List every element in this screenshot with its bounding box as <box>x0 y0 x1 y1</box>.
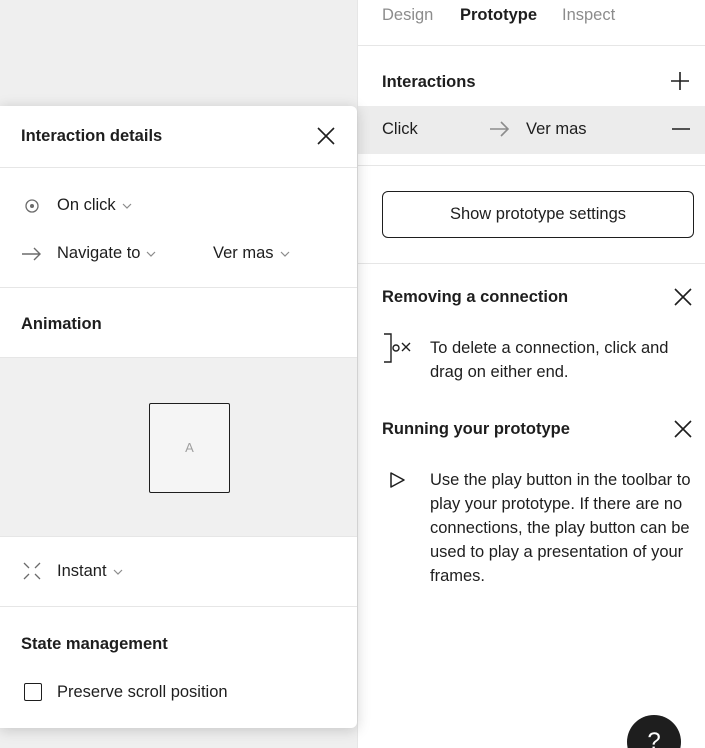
tip-body: To delete a connection, click and drag o… <box>430 339 669 381</box>
trigger-dropdown[interactable]: On click <box>57 196 132 215</box>
show-prototype-settings-button[interactable]: Show prototype settings <box>382 191 694 238</box>
tip-running-prototype: Running your prototype Use the play butt… <box>382 418 702 585</box>
state-management-section: State management Preserve scroll positio… <box>0 607 357 707</box>
chevron-down-icon <box>280 251 289 257</box>
arrow-right-icon <box>490 121 510 137</box>
minus-icon[interactable] <box>670 118 692 140</box>
state-management-title: State management <box>21 635 168 653</box>
trigger-value: On click <box>57 196 116 214</box>
chevron-down-icon <box>147 251 156 257</box>
transition-row: Instant <box>0 537 357 607</box>
popover-title: Interaction details <box>21 127 163 145</box>
action-dropdown[interactable]: Navigate to <box>57 244 156 263</box>
interaction-details-popover: Interaction details On click Navigate to… <box>0 106 357 728</box>
prototype-settings-section: Show prototype settings <box>358 166 705 264</box>
chevron-down-icon <box>113 569 122 575</box>
play-icon <box>390 472 405 488</box>
target-icon <box>25 199 39 213</box>
tip-title: Running your prototype <box>382 420 570 438</box>
properties-panel: Design Prototype Inspect Interactions Cl… <box>357 0 705 748</box>
arrow-right-icon <box>22 247 41 261</box>
interaction-trigger: Click <box>382 120 418 138</box>
interactions-section: Interactions Click Ver mas <box>358 46 705 166</box>
animation-title: Animation <box>21 315 102 333</box>
interaction-actions: On click Navigate to Ver mas <box>0 168 357 288</box>
destination-value: Ver mas <box>213 244 274 262</box>
destination-dropdown[interactable]: Ver mas <box>213 244 290 263</box>
tab-inspect[interactable]: Inspect <box>562 6 615 25</box>
animation-section-header: Animation <box>0 288 357 358</box>
interaction-destination: Ver mas <box>526 120 587 138</box>
close-icon[interactable] <box>672 286 694 308</box>
popover-header: Interaction details <box>0 106 357 168</box>
close-icon[interactable] <box>315 125 337 147</box>
preview-frame: A <box>149 403 230 493</box>
interactions-title: Interactions <box>382 73 476 91</box>
tip-removing-connection: Removing a connection To delete a connec… <box>382 286 702 381</box>
action-value: Navigate to <box>57 244 141 262</box>
tip-title: Removing a connection <box>382 288 569 306</box>
preserve-scroll-label[interactable]: Preserve scroll position <box>57 683 228 702</box>
instant-transition-icon <box>23 562 41 580</box>
plus-icon[interactable] <box>669 70 691 92</box>
close-icon[interactable] <box>672 418 694 440</box>
animation-preview: A <box>0 358 357 537</box>
interaction-row[interactable]: Click Ver mas <box>358 106 705 154</box>
panel-tabs: Design Prototype Inspect <box>358 0 705 46</box>
transition-dropdown[interactable]: Instant <box>57 562 123 581</box>
tab-design[interactable]: Design <box>382 6 433 25</box>
transition-value: Instant <box>57 562 107 580</box>
preserve-scroll-checkbox[interactable] <box>24 683 42 701</box>
tip-body: Use the play button in the toolbar to pl… <box>430 471 691 585</box>
disconnect-icon <box>384 333 411 363</box>
tab-prototype[interactable]: Prototype <box>460 6 537 25</box>
chevron-down-icon <box>122 203 132 209</box>
